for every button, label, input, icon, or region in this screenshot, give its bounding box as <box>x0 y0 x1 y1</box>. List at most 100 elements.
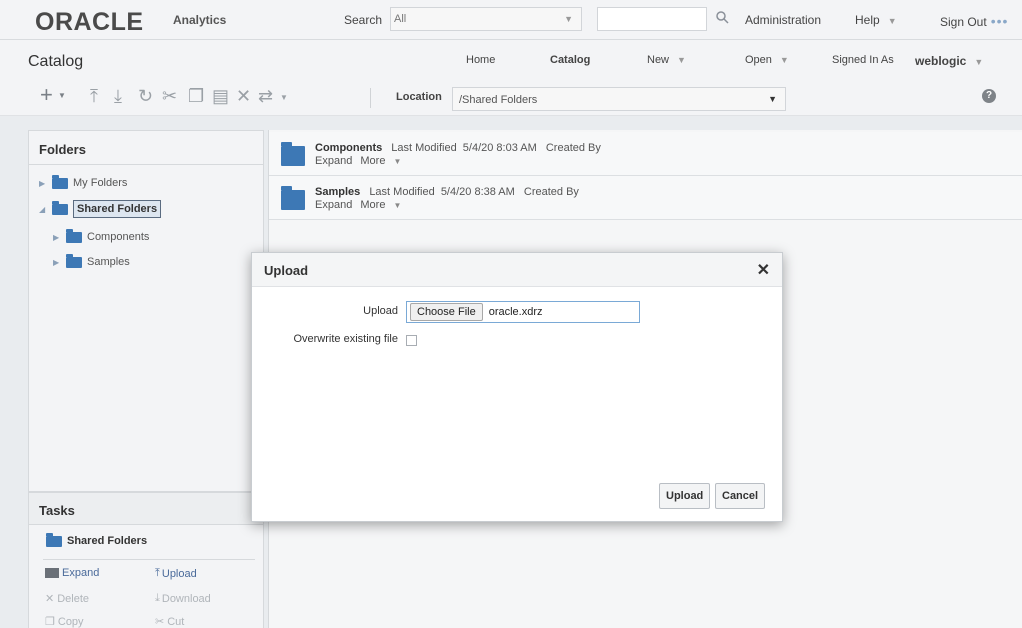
delete-icon: ✕ <box>236 86 252 106</box>
task-copy: ❐ Copy <box>45 615 84 628</box>
more-dots-icon[interactable]: ••• <box>991 13 1009 29</box>
tree-item-label: Shared Folders <box>73 200 162 218</box>
download-icon: ⤓ <box>155 592 160 604</box>
cut-icon: ✂ <box>155 616 165 628</box>
search-scope-select[interactable]: All ▼ <box>390 7 582 31</box>
task-label: Expand <box>62 567 100 579</box>
folder-icon <box>66 228 82 243</box>
folder-icon <box>52 174 68 189</box>
switch-icon[interactable]: ⇄ <box>258 86 273 107</box>
user-name: weblogic <box>915 54 967 68</box>
cancel-button[interactable]: Cancel <box>715 483 766 509</box>
tree-item-label: My Folders <box>73 177 128 189</box>
catalog-item-header: Components Last Modified 5/4/20 8:03 AM … <box>315 142 601 154</box>
task-label: Copy <box>57 615 84 628</box>
page-title: Catalog <box>28 53 84 70</box>
search-icon[interactable] <box>715 10 729 24</box>
more-label: More <box>360 155 386 167</box>
file-input[interactable]: Choose File oracle.xdrz <box>406 301 640 323</box>
choose-file-button[interactable]: Choose File <box>410 303 483 321</box>
tasks-panel: Tasks Shared Folders Expand ⤒ Upload ✕ D… <box>28 492 264 628</box>
nav-open-label: Open <box>745 54 772 66</box>
folders-title: Folders <box>29 131 263 165</box>
user-menu[interactable]: weblogic ▼ <box>915 54 983 68</box>
chevron-down-icon[interactable]: ▼ <box>58 91 66 100</box>
tree-item-samples[interactable]: ▶ Samples <box>53 252 130 272</box>
catalog-item-name[interactable]: Components <box>315 142 382 154</box>
nav-new-label: New <box>647 54 670 66</box>
last-modified-label: Last Modified <box>369 186 435 198</box>
top-header: ORACLE Analytics Search All ▼ Administra… <box>0 0 1022 40</box>
more-menu[interactable]: More ▼ <box>360 199 406 211</box>
expand-triangle-icon[interactable]: ▶ <box>53 233 63 242</box>
upload-icon[interactable]: ⤒ <box>90 86 98 107</box>
expand-link[interactable]: Expand <box>315 199 352 211</box>
catalog-row-components[interactable]: Components Last Modified 5/4/20 8:03 AM … <box>269 132 1022 176</box>
task-label: Download <box>161 592 211 605</box>
folder-icon <box>281 142 305 166</box>
tasks-selected-folder: Shared Folders <box>43 532 147 547</box>
task-cut: ✂ Cut <box>155 615 184 628</box>
folder-icon <box>46 532 62 547</box>
created-by-label: Created By <box>523 186 579 198</box>
administration-link[interactable]: Administration <box>745 13 821 27</box>
tree-item-my-folders[interactable]: ▶ My Folders <box>39 173 127 193</box>
more-menu[interactable]: More ▼ <box>360 155 406 167</box>
refresh-icon[interactable]: ↻ <box>138 86 153 107</box>
paste-icon: ▤ <box>212 86 230 106</box>
tree-item-label: Components <box>87 231 150 243</box>
task-label: Upload <box>161 567 197 580</box>
overwrite-label: Overwrite existing file <box>293 333 398 345</box>
task-upload[interactable]: ⤒ Upload <box>155 567 197 580</box>
tree-item-label: Samples <box>87 256 130 268</box>
upload-dialog: Upload ✕ Upload Choose File oracle.xdrz … <box>251 252 783 522</box>
help-label: Help <box>855 13 880 27</box>
add-icon[interactable]: + <box>40 82 53 108</box>
created-by-label: Created By <box>545 142 601 154</box>
expand-triangle-icon[interactable]: ▶ <box>39 179 49 188</box>
selected-file-name: oracle.xdrz <box>488 306 543 318</box>
product-name: Analytics <box>173 13 227 27</box>
folder-icon <box>66 253 82 268</box>
last-modified-value: 5/4/20 8:38 AM <box>440 186 515 198</box>
collapse-triangle-icon[interactable]: ◢ <box>39 205 49 214</box>
expand-folder-icon <box>45 568 59 578</box>
download-icon: ⤓ <box>114 86 122 106</box>
upload-button[interactable]: Upload <box>659 483 711 509</box>
tree-item-components[interactable]: ▶ Components <box>53 227 149 247</box>
expand-triangle-icon[interactable]: ▶ <box>53 258 63 267</box>
nav-new-menu[interactable]: New ▼ <box>647 54 686 66</box>
oracle-logo[interactable]: ORACLE <box>35 8 144 37</box>
close-icon[interactable]: ✕ <box>757 260 770 280</box>
more-label: More <box>360 199 386 211</box>
catalog-item-header: Samples Last Modified 5/4/20 8:38 AM Cre… <box>315 186 579 198</box>
tree-item-shared-folders[interactable]: ◢ Shared Folders <box>39 199 162 219</box>
last-modified-value: 5/4/20 8:03 AM <box>462 142 537 154</box>
search-input[interactable] <box>597 7 707 31</box>
catalog-item-name[interactable]: Samples <box>315 186 360 198</box>
upload-field-label: Upload <box>363 305 398 317</box>
chevron-down-icon: ▼ <box>779 55 789 65</box>
nav-home[interactable]: Home <box>466 54 495 66</box>
expand-link[interactable]: Expand <box>315 155 352 167</box>
folders-panel: Folders ▶ My Folders ◢ Shared Folders ▶ … <box>28 130 264 492</box>
task-label: Cut <box>167 615 185 628</box>
nav-catalog[interactable]: Catalog <box>550 54 590 66</box>
folder-icon <box>281 186 305 210</box>
location-select[interactable]: /Shared Folders ▼ <box>452 87 786 111</box>
chevron-down-icon[interactable]: ▼ <box>280 93 288 102</box>
page-header: Catalog Home Catalog New ▼ Open ▼ Signed I… <box>0 40 1022 80</box>
copy-icon: ❐ <box>188 86 205 106</box>
sign-out-link[interactable]: Sign Out ••• <box>940 13 1008 29</box>
location-value: /Shared Folders <box>459 94 538 106</box>
nav-open-menu[interactable]: Open ▼ <box>745 54 789 66</box>
folder-icon <box>52 200 68 215</box>
task-expand[interactable]: Expand <box>45 567 99 579</box>
catalog-row-samples[interactable]: Samples Last Modified 5/4/20 8:38 AM Cre… <box>269 176 1022 220</box>
help-menu[interactable]: Help ▼ <box>855 13 897 27</box>
task-label: Delete <box>57 592 90 605</box>
catalog-item-actions: Expand More ▼ <box>315 199 411 211</box>
overwrite-checkbox[interactable] <box>406 335 417 346</box>
catalog-item-actions: Expand More ▼ <box>315 155 411 167</box>
help-icon[interactable]: ? <box>982 89 996 103</box>
